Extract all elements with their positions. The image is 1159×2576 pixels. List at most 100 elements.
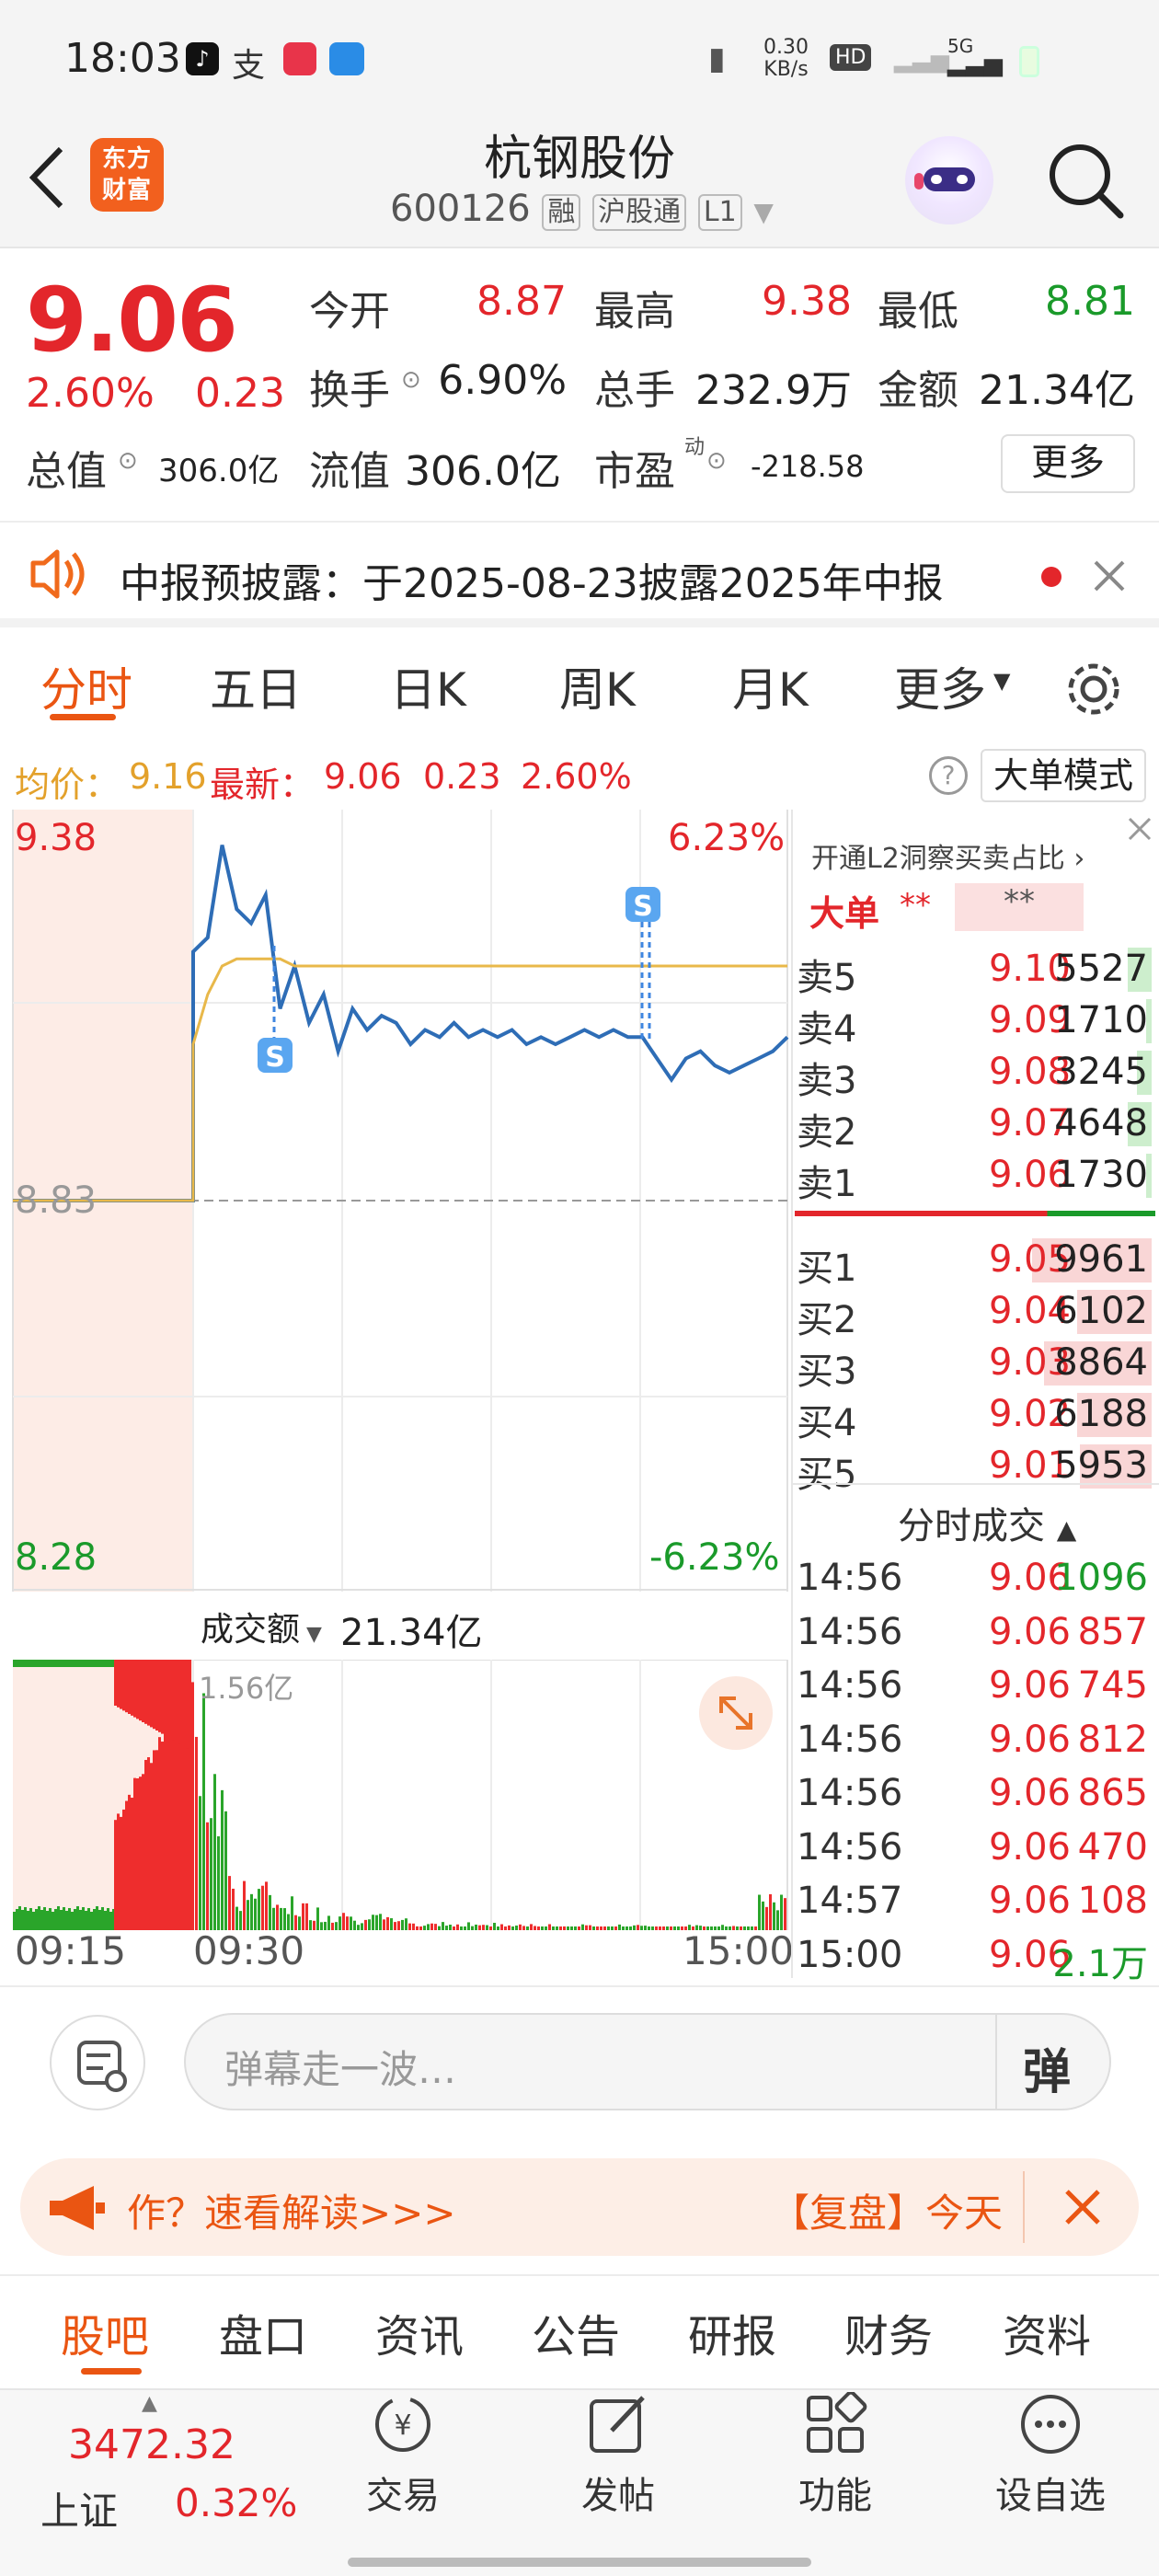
volume-bar [482, 1925, 485, 1930]
bid-row-3[interactable]: 买4 9.02 6188 [797, 1387, 1155, 1444]
volume-bar [346, 1916, 349, 1930]
nav-trade[interactable]: ¥ 交易 [320, 2392, 486, 2519]
tab-news[interactable]: 资讯 [375, 2300, 464, 2364]
volume-bar [581, 1924, 584, 1930]
volume-bar [522, 1926, 525, 1930]
tab-intraday[interactable]: 分时 [40, 653, 132, 719]
big-order-mode-button[interactable]: 大单模式 [981, 749, 1146, 802]
volume-metric-select[interactable]: 成交额 ▼ [201, 1603, 322, 1650]
y-axis-right-top-label: 6.23% [668, 817, 786, 859]
tick-time: 14:56 [797, 1772, 903, 1814]
volume-bar [254, 1898, 257, 1930]
ticks-title[interactable]: 分时成交 ▲ [898, 1496, 1076, 1549]
high-label: 最高 [594, 288, 675, 335]
nav-add-watchlist[interactable]: 设自选 [968, 2392, 1133, 2519]
volume-bar [142, 1774, 144, 1930]
volume-bar [232, 1888, 235, 1930]
ask-row-2[interactable]: 卖3 9.08 3245 [797, 1045, 1155, 1102]
latest-value: 9.06 [324, 756, 402, 797]
bid-volume: 5953 [1054, 1444, 1148, 1487]
tab-month-k[interactable]: 月K [732, 653, 809, 719]
volume-bar [386, 1916, 389, 1930]
tab-research[interactable]: 研报 [688, 2300, 776, 2364]
volume-bar [456, 1924, 459, 1930]
close-icon[interactable] [1093, 559, 1126, 592]
volume-bar [673, 1926, 676, 1930]
status-time: 18:03 [64, 35, 181, 82]
ask-row-4[interactable]: 卖1 9.06 1730 [797, 1148, 1155, 1205]
volume-bar [383, 1919, 385, 1930]
battery-icon [1019, 46, 1039, 77]
intraday-chart[interactable]: S S 9.38 8.83 8.28 6.23% -6.23% [0, 810, 791, 1592]
volume-bar [427, 1924, 430, 1930]
danmu-input[interactable]: 弹幕走一波… 弹 [184, 2013, 1111, 2110]
more-button[interactable]: 更多 [1001, 434, 1135, 493]
help-icon[interactable]: ? [929, 756, 968, 795]
volume-chart[interactable]: 成交额 ▼ 21.34亿 1.56亿 09:15 09:30 15:00 [0, 1592, 794, 1987]
volume-bar [228, 1876, 231, 1930]
tab-week-k[interactable]: 周K [559, 653, 636, 719]
volume-bar [82, 1907, 85, 1930]
avg-value: 9.16 [129, 756, 207, 797]
volume-bar [629, 1926, 632, 1930]
tab-profile[interactable]: 资料 [1003, 2300, 1091, 2364]
bid-row-0[interactable]: 买1 9.05 9961 [797, 1233, 1155, 1290]
nav-post[interactable]: 发帖 [535, 2392, 701, 2519]
tick-time: 14:56 [797, 1718, 903, 1761]
tick-row: 15:00 9.06 2.1万 [797, 1928, 1155, 1985]
chevron-down-icon[interactable]: ▼ [753, 197, 774, 227]
signal-icon-2: ▂▃▅ [947, 50, 1003, 77]
info-icon[interactable]: ⊙ [706, 447, 727, 475]
bid-row-2[interactable]: 买3 9.03 8864 [797, 1336, 1155, 1393]
volume-bar [618, 1924, 621, 1930]
danmu-toggle-button[interactable]: 弹 [1023, 2033, 1071, 2102]
tick-price: 9.06 [988, 1825, 1071, 1869]
index-value[interactable]: 3472.32 [68, 2421, 235, 2468]
nav-functions[interactable]: 功能 [752, 2392, 918, 2519]
close-icon[interactable] [1126, 815, 1153, 843]
l2-promo-link[interactable]: 开通L2洞察买卖占比 › [811, 835, 1084, 876]
danmu-settings-icon[interactable] [50, 2015, 145, 2110]
pe-value: -218.58 [751, 449, 865, 484]
volume-bar [16, 1909, 18, 1930]
tab-underline [50, 714, 116, 720]
turnover-label: 换手 [309, 367, 390, 414]
search-icon[interactable] [1047, 142, 1124, 219]
info-icon[interactable]: ⊙ [118, 447, 138, 475]
info-icon[interactable]: ⊙ [401, 366, 421, 394]
grid-icon [807, 2392, 867, 2453]
ask-row-3[interactable]: 卖2 9.07 4648 [797, 1097, 1155, 1154]
tag-level: L1 [697, 194, 742, 231]
ask-row-1[interactable]: 卖4 9.09 1710 [797, 994, 1155, 1051]
unread-dot [1041, 567, 1061, 587]
volume-bar [570, 1926, 573, 1930]
ask-row-0[interactable]: 卖5 9.10 5527 [797, 942, 1155, 999]
bid-volume: 6188 [1054, 1393, 1148, 1435]
tab-day-k[interactable]: 日K [390, 653, 466, 719]
tab-pankou[interactable]: 盘口 [219, 2300, 307, 2364]
volume-bar [144, 1759, 147, 1930]
volume-bar [401, 1919, 404, 1930]
promo-banner[interactable]: 作？速看解读>>> 【复盘】今天 [20, 2158, 1139, 2256]
settings-gear-icon[interactable] [1061, 657, 1126, 721]
bid-row-1[interactable]: 买2 9.04 6102 [797, 1284, 1155, 1341]
close-icon[interactable] [1063, 2188, 1102, 2226]
tab-guba[interactable]: 股吧 [61, 2300, 149, 2364]
edit-post-icon [590, 2396, 645, 2453]
tab-announcements[interactable]: 公告 [532, 2300, 620, 2364]
tick-row: 14:56 9.06 865 [797, 1766, 1155, 1820]
volume-bar [235, 1906, 238, 1930]
robot-assistant-icon[interactable] [905, 136, 993, 224]
volume-bar [331, 1922, 334, 1930]
bid-label: 买5 [797, 1454, 857, 1496]
expand-icon[interactable] [699, 1676, 773, 1750]
volume-bar [611, 1926, 614, 1930]
volume-bar [372, 1915, 374, 1930]
tick-price: 9.06 [988, 1610, 1071, 1653]
notice-bar[interactable]: 中报预披露：于2025-08-23披露2025年中报 [0, 521, 1159, 627]
tab-financials[interactable]: 财务 [844, 2300, 933, 2364]
volume-bar [368, 1919, 371, 1930]
tab-more[interactable]: 更多 [894, 653, 986, 719]
tab-five-day[interactable]: 五日 [210, 653, 302, 719]
volume-bar [87, 1908, 90, 1930]
